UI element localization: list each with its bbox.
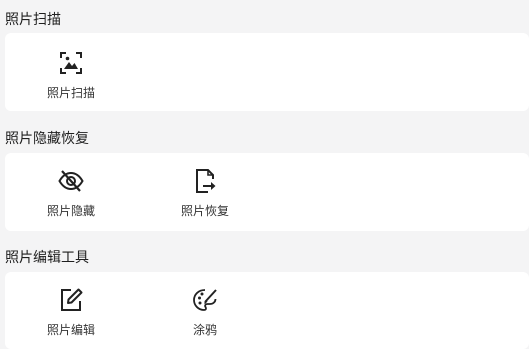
tool-label: 照片恢复 [180, 204, 229, 218]
section-title-photo-hide-restore: 照片隐藏恢复 [5, 131, 89, 147]
eye-off-icon [58, 170, 84, 192]
tool-label: 照片编辑 [46, 323, 95, 337]
section-title-photo-edit-tools: 照片编辑工具 [5, 250, 89, 266]
palette-brush-icon [193, 289, 217, 311]
section-title-photo-scan: 照片扫描 [5, 12, 61, 28]
file-restore-icon [196, 169, 216, 193]
scan-photo-icon [60, 52, 82, 74]
section-card-photo-edit-tools: 照片编辑 涂鸦 [5, 272, 529, 349]
tool-label: 照片扫描 [46, 86, 95, 100]
tool-photo-hide[interactable]: 照片隐藏 [36, 167, 106, 218]
tool-photo-scan[interactable]: 照片扫描 [36, 49, 106, 100]
tool-photo-restore[interactable]: 照片恢复 [170, 167, 240, 218]
tool-label: 照片隐藏 [46, 204, 95, 218]
section-card-photo-hide-restore: 照片隐藏 照片恢复 [5, 153, 529, 231]
edit-pen-icon [61, 288, 83, 311]
tool-photo-edit[interactable]: 照片编辑 [36, 286, 106, 337]
section-card-photo-scan: 照片扫描 [5, 33, 529, 111]
tool-label: 涂鸦 [192, 323, 217, 337]
tool-doodle[interactable]: 涂鸦 [170, 286, 240, 337]
